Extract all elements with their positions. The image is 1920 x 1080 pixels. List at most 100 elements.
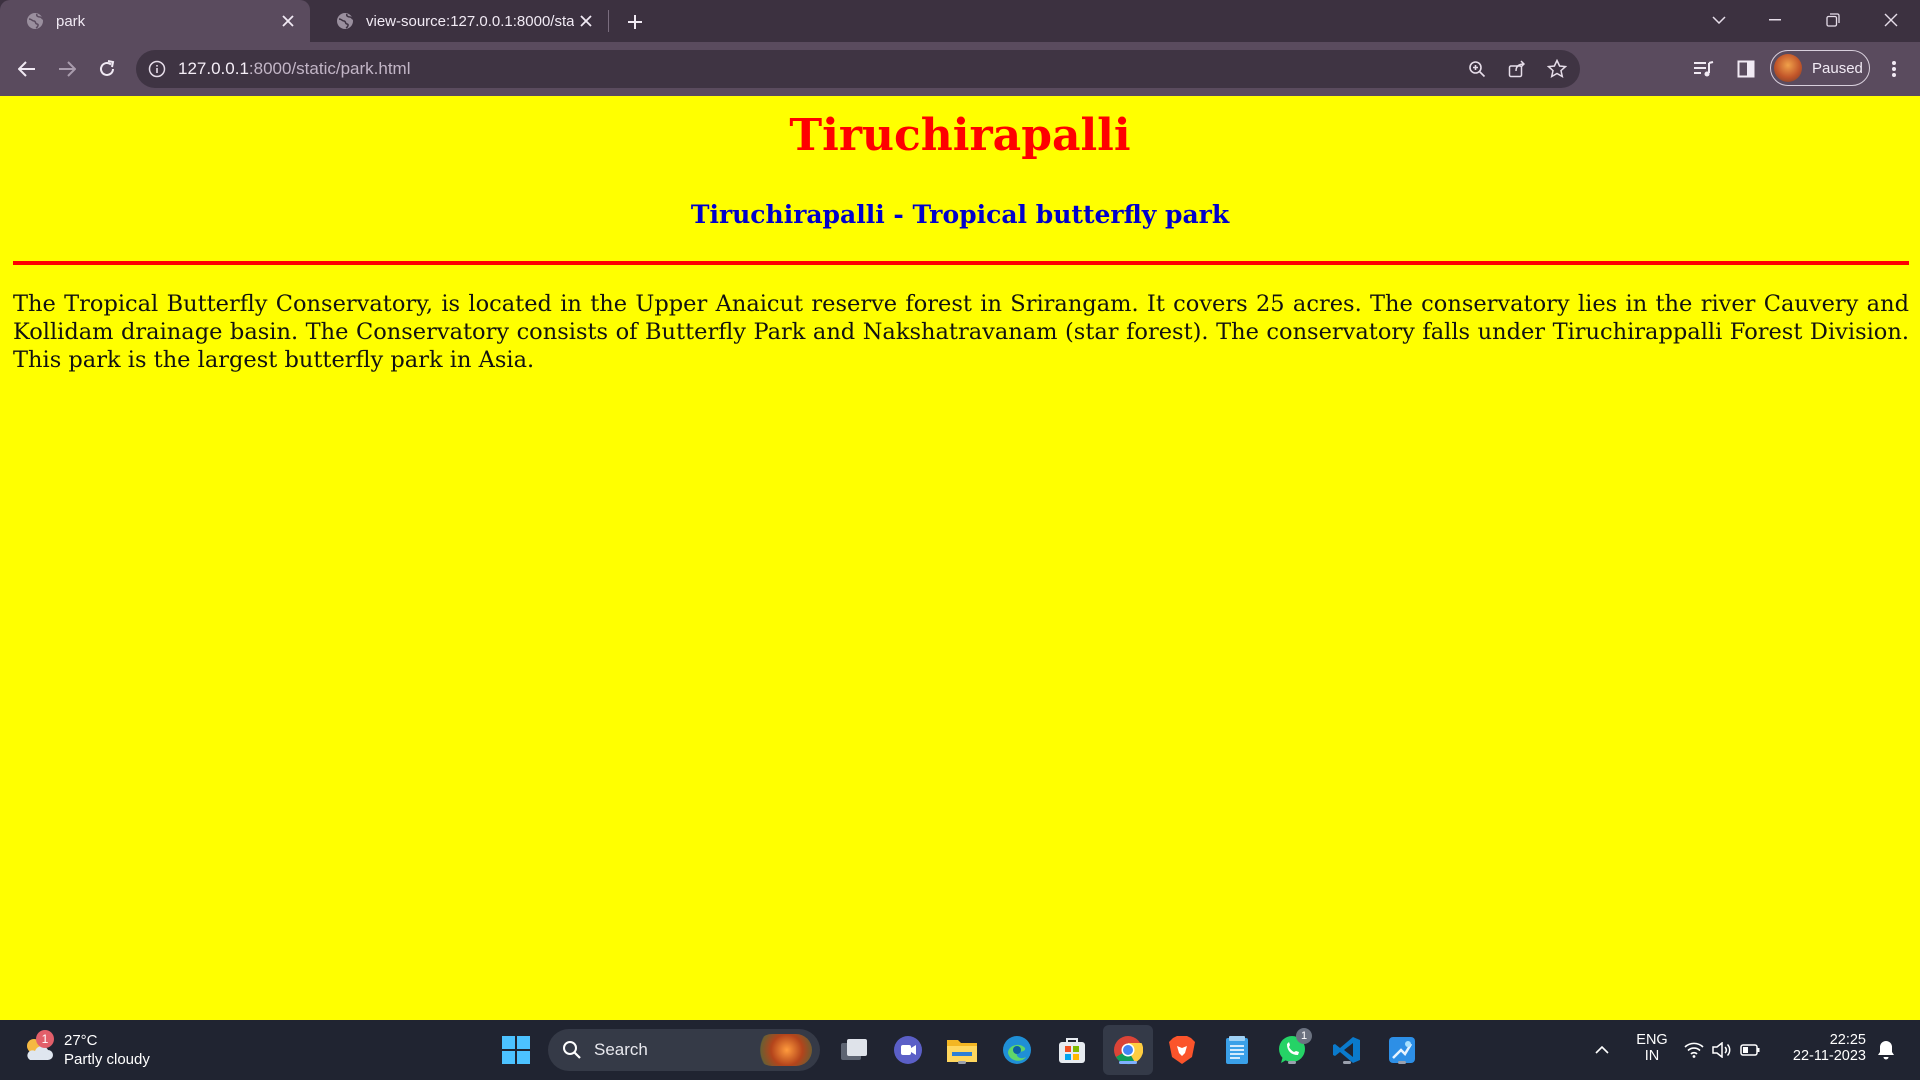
edge-button[interactable] [999,1032,1035,1068]
weather-condition: Partly cloudy [64,1051,150,1068]
store-icon [1059,1038,1085,1063]
region-label: IN [1644,1048,1660,1064]
clock-time: 22:25 [1829,1032,1866,1048]
horizontal-rule [13,261,1909,265]
video-call-icon [894,1036,922,1064]
chevron-up-icon [1595,1046,1609,1054]
page-viewport: Tiruchirapalli Tiruchirapalli - Tropical… [0,96,1920,1020]
body-paragraph: The Tropical Butterfly Conservatory, is … [13,291,1909,373]
side-panel-button[interactable] [1734,57,1758,81]
notepad-button[interactable] [1219,1032,1255,1068]
search-label: Search [594,1040,648,1059]
running-indicator [1343,1061,1351,1064]
minimize-button[interactable] [1752,0,1798,40]
notifications-button[interactable] [1868,1032,1904,1068]
running-indicator [958,1061,966,1064]
show-hidden-icons-button[interactable] [1584,1032,1620,1068]
playlist-icon [1694,61,1714,77]
zoom-icon [1469,61,1486,78]
chevron-down-icon [1712,16,1726,24]
new-tab-button[interactable] [621,8,649,36]
paint-button[interactable] [1384,1032,1420,1068]
close-tab-icon[interactable] [276,9,300,33]
address-bar[interactable]: 127.0.0.1:8000/static/park.html [136,50,1580,88]
side-panel-icon [1737,60,1755,78]
brave-icon [1169,1036,1195,1064]
chrome-button[interactable] [1110,1032,1146,1068]
whatsapp-button[interactable]: 1 [1274,1028,1312,1068]
paint-icon [1389,1037,1415,1063]
taskbar-search[interactable]: Search [548,1029,820,1071]
more-vertical-icon [1892,61,1896,77]
search-highlight-image [756,1034,812,1066]
notification-badge: 1 [1296,1028,1312,1044]
restore-icon [1826,13,1840,27]
running-indicator [1398,1061,1406,1064]
info-icon[interactable] [148,60,166,78]
close-tab-icon[interactable] [574,9,598,33]
tab-view-source[interactable]: view-source:127.0.0.1:8000/stati [310,0,608,42]
url-path: :8000/static/park.html [248,59,411,78]
edge-icon [1003,1036,1031,1064]
page-subtitle: Tiruchirapalli - Tropical butterfly park [690,200,1230,229]
avatar [1774,54,1802,82]
back-button[interactable] [12,54,42,84]
reload-icon [100,60,115,76]
close-icon [1884,13,1898,27]
share-icon [1508,60,1526,78]
bookmark-button[interactable] [1546,58,1568,80]
url-host: 127.0.0.1 [178,59,249,78]
zoom-button[interactable] [1466,58,1488,80]
tab-search-button[interactable] [1696,0,1742,40]
arrow-right-icon [59,61,76,77]
tab-strip: park view-source:127.0.0.1:8000/stati [0,0,1920,42]
teams-meet-button[interactable] [890,1032,926,1068]
language-label: ENG [1636,1032,1668,1048]
bell-icon [1878,1041,1894,1060]
running-indicator [1119,1061,1137,1064]
profile-status: Paused [1812,59,1863,77]
brave-button[interactable] [1164,1032,1200,1068]
clock[interactable]: 22:25 22-11-2023 [1782,1032,1866,1064]
wifi-icon [1684,1042,1704,1058]
close-window-button[interactable] [1868,0,1914,40]
globe-icon [337,13,354,29]
media-control-button[interactable] [1692,57,1716,81]
tab-title: view-source:127.0.0.1:8000/stati [366,12,574,30]
taskbar: 1 27°C Partly cloudy Search 1 ENG IN 22:… [0,1020,1920,1080]
quick-settings-button[interactable] [1680,1032,1764,1068]
arrow-left-icon [18,61,35,77]
folder-icon [947,1040,977,1062]
search-icon [563,1041,581,1059]
globe-icon [27,13,44,29]
volume-icon [1712,1042,1731,1058]
plus-icon [628,15,642,29]
task-view-button[interactable] [836,1032,872,1068]
restore-button[interactable] [1810,0,1856,40]
task-view-icon [841,1039,867,1060]
browser-toolbar: 127.0.0.1:8000/static/park.html Paused [0,42,1920,96]
menu-button[interactable] [1882,57,1906,81]
forward-button[interactable] [52,54,82,84]
store-button[interactable] [1054,1032,1090,1068]
minimize-icon [1769,19,1781,21]
language-indicator[interactable]: ENG IN [1630,1032,1674,1064]
url-text[interactable]: 127.0.0.1:8000/static/park.html [178,59,410,79]
start-button[interactable] [498,1032,534,1068]
tab-park[interactable]: park [0,0,310,42]
running-indicator [1288,1061,1296,1064]
windows-icon [502,1036,530,1064]
weather-widget[interactable]: 1 27°C Partly cloudy [22,1030,162,1070]
notepad-icon [1226,1036,1248,1064]
profile-button[interactable]: Paused [1770,50,1870,86]
weather-badge: 1 [36,1030,54,1048]
star-icon [1547,59,1567,78]
clock-date: 22-11-2023 [1792,1048,1866,1064]
file-explorer-button[interactable] [944,1032,980,1068]
page-title: Tiruchirapalli [789,110,1131,161]
tab-title: park [56,12,86,30]
battery-icon [1740,1044,1760,1056]
reload-button[interactable] [92,54,122,84]
vscode-button[interactable] [1329,1032,1365,1068]
share-button[interactable] [1506,58,1528,80]
